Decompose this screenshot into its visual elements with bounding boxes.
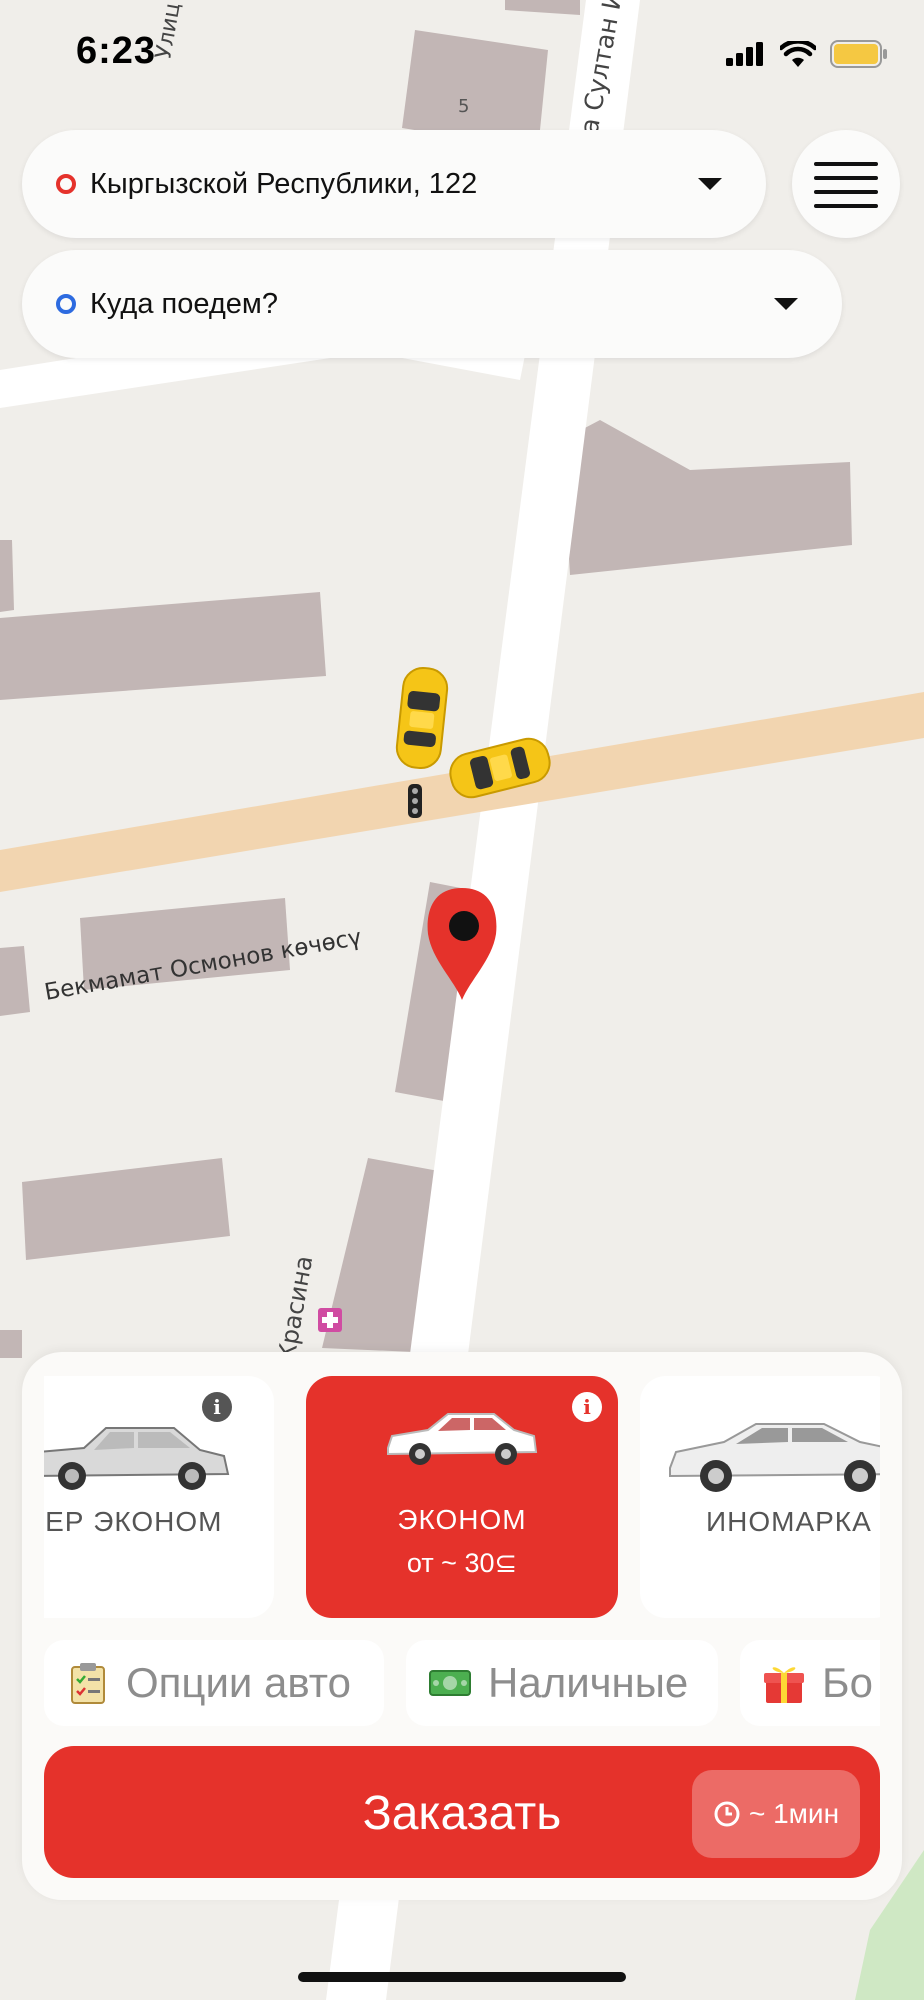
info-icon[interactable]: i [202, 1392, 232, 1422]
bonus-button[interactable]: Бо [740, 1640, 880, 1726]
to-address-placeholder: Куда поедем? [90, 287, 278, 320]
info-icon[interactable]: i [572, 1392, 602, 1422]
pharmacy-icon [318, 1308, 342, 1332]
status-bar: 6:23 [0, 0, 924, 110]
clock-icon [714, 1801, 740, 1827]
sedan-toyota-icon [669, 1423, 880, 1492]
wifi-icon [780, 41, 816, 67]
tariff-price: от ~ 30⊆ [406, 1548, 518, 1578]
traffic-light-icon [408, 784, 422, 818]
menu-icon-line [814, 176, 878, 180]
destination-dot-icon [56, 294, 76, 314]
signal-icon [726, 42, 763, 66]
from-address-field[interactable]: Кыргызской Республики, 122 [22, 130, 766, 238]
status-icons [726, 40, 888, 68]
tariff-label: ИНОМАРКА [706, 1506, 872, 1537]
car-options-button[interactable]: Опции авто [44, 1640, 384, 1726]
sedan-white-icon [387, 1413, 538, 1465]
eta-text: ~ 1мин [748, 1798, 840, 1829]
eta-badge: ~ 1мин [692, 1770, 860, 1858]
option-label: Бо [822, 1659, 873, 1706]
options-carousel[interactable]: Опции авто Наличные Бо [44, 1640, 880, 1726]
menu-button[interactable] [792, 130, 900, 238]
from-address-text: Кыргызской Республики, 122 [90, 167, 478, 200]
to-address-field[interactable]: Куда поедем? [22, 250, 842, 358]
home-indicator[interactable] [298, 1972, 626, 1982]
tariff-carousel[interactable]: ПЕР ЭКОНОМ i ЭКОНОМ от ~ 30⊆ i ИНОМАРКА [44, 1376, 880, 1618]
gift-icon [764, 1667, 804, 1703]
order-button[interactable]: Заказать ~ 1мин [44, 1746, 880, 1878]
tariff-label: ПЕР ЭКОНОМ [44, 1506, 223, 1537]
chevron-down-icon[interactable] [774, 298, 798, 310]
cash-icon [429, 1670, 471, 1696]
tariff-card-inomarka[interactable]: ИНОМАРКА [640, 1376, 880, 1618]
sedan-lada-icon [44, 1427, 230, 1490]
payment-method-button[interactable]: Наличные [406, 1640, 718, 1726]
battery-icon [830, 40, 887, 68]
tariff-card-super-econom[interactable]: ПЕР ЭКОНОМ i [44, 1376, 274, 1618]
menu-icon-line [814, 204, 878, 208]
option-label: Опции авто [126, 1659, 351, 1706]
chevron-down-icon[interactable] [698, 178, 722, 190]
clipboard-icon [71, 1663, 105, 1704]
origin-dot-icon [56, 174, 76, 194]
option-label: Наличные [488, 1659, 689, 1706]
order-panel: ПЕР ЭКОНОМ i ЭКОНОМ от ~ 30⊆ i ИНОМАРКА [22, 1352, 902, 1900]
menu-icon [814, 162, 878, 166]
status-time: 6:23 [76, 30, 157, 72]
tariff-label: ЭКОНОМ [397, 1504, 527, 1535]
tariff-card-econom[interactable]: ЭКОНОМ от ~ 30⊆ i [306, 1376, 618, 1618]
menu-icon-line [814, 190, 878, 194]
